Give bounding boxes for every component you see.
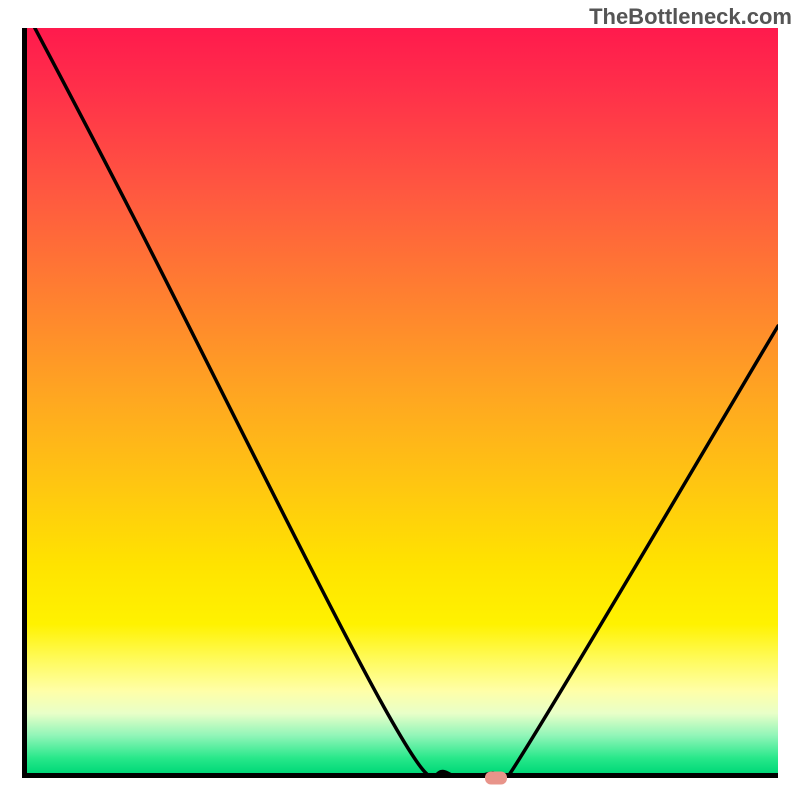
plot-area	[22, 28, 778, 778]
current-point-marker	[485, 772, 507, 785]
bottleneck-curve	[27, 28, 778, 773]
curve-layer	[27, 28, 778, 773]
watermark-text: TheBottleneck.com	[589, 4, 792, 30]
chart-container: TheBottleneck.com	[0, 0, 800, 800]
